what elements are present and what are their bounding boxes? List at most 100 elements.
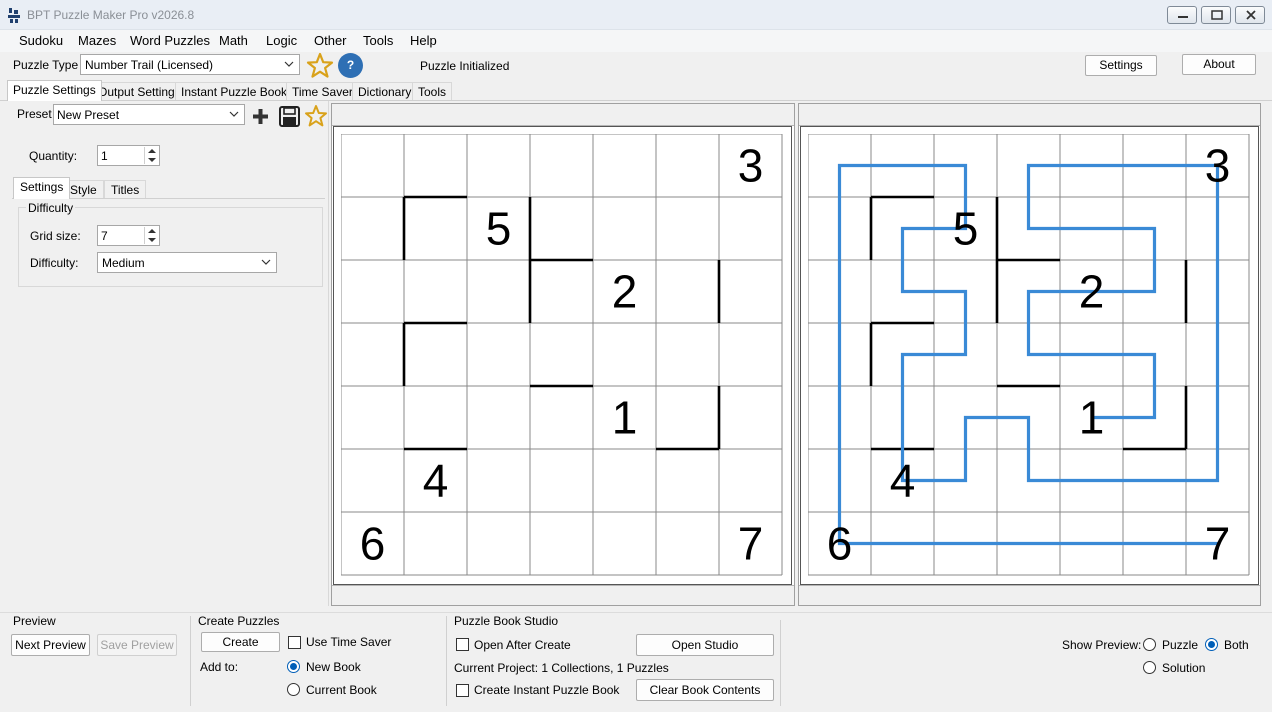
create-instant-book-label: Create Instant Puzzle Book <box>474 683 620 697</box>
puzzle-preview-pane[interactable]: 3 5 2 1 46 7 <box>331 103 795 606</box>
current-project-text: Current Project: 1 Collections, 1 Puzzle… <box>454 661 669 675</box>
puzzle-type-value: Number Trail (Licensed) <box>85 58 214 72</box>
chevron-down-icon <box>229 111 239 117</box>
spin-up-icon[interactable] <box>148 229 156 233</box>
clue-number: 7 <box>1205 518 1231 570</box>
current-book-label: Current Book <box>306 683 377 697</box>
separator <box>190 616 191 706</box>
puzzle-type-select[interactable]: Number Trail (Licensed) <box>80 54 300 75</box>
tab-dictionary[interactable]: Dictionary <box>352 82 418 100</box>
difficulty-label: Difficulty: <box>30 256 79 270</box>
preset-label: Preset <box>17 107 52 121</box>
next-preview-button[interactable]: Next Preview <box>11 634 90 656</box>
new-book-radio[interactable] <box>287 660 300 673</box>
clue-number: 5 <box>486 203 512 255</box>
clue-number: 2 <box>612 266 638 318</box>
clue-number: 6 <box>827 518 853 570</box>
clear-book-contents-button[interactable]: Clear Book Contents <box>636 679 774 701</box>
preset-select[interactable]: New Preset <box>53 104 245 125</box>
spin-up-icon[interactable] <box>148 149 156 153</box>
open-studio-button[interactable]: Open Studio <box>636 634 774 656</box>
quantity-label: Quantity: <box>29 149 78 163</box>
save-preview-button[interactable]: Save Preview <box>97 634 177 656</box>
spin-buttons[interactable] <box>144 147 158 164</box>
show-solution-label: Solution <box>1162 661 1206 675</box>
use-time-saver-checkbox[interactable] <box>288 636 301 649</box>
difficulty-group <box>18 207 323 287</box>
difficulty-group-title: Difficulty <box>26 201 76 215</box>
menu-help[interactable]: Help <box>410 33 437 48</box>
clue-number: 3 <box>738 140 764 192</box>
subtab-titles[interactable]: Titles <box>104 180 147 198</box>
quantity-stepper[interactable]: 1 <box>97 145 160 166</box>
show-puzzle-radio[interactable] <box>1143 638 1156 651</box>
clue-number: 1 <box>1079 392 1105 444</box>
preview-group-title: Preview <box>13 614 56 628</box>
show-both-radio[interactable] <box>1205 638 1218 651</box>
grid-size-stepper[interactable]: 7 <box>97 225 160 246</box>
use-time-saver-label: Use Time Saver <box>306 635 392 649</box>
separator <box>446 616 447 706</box>
clue-number: 2 <box>1079 266 1105 318</box>
maximize-icon <box>1211 10 1223 20</box>
puzzle-grid: 3 5 2 1 46 7 <box>341 134 783 576</box>
menu-tools[interactable]: Tools <box>363 33 393 48</box>
close-button[interactable] <box>1235 6 1265 24</box>
clue-number: 5 <box>953 203 979 255</box>
pane-top-strip <box>799 104 1260 126</box>
menu-other[interactable]: Other <box>314 33 347 48</box>
close-icon <box>1246 10 1256 20</box>
pane-bottom-strip <box>332 585 794 605</box>
subtab-settings[interactable]: Settings <box>13 177 71 199</box>
menu-logic[interactable]: Logic <box>266 33 297 48</box>
clue-number: 4 <box>423 455 449 507</box>
tab-instant-puzzle-books[interactable]: Instant Puzzle Books <box>175 82 300 100</box>
about-button[interactable]: About <box>1182 54 1256 75</box>
create-instant-book-checkbox[interactable] <box>456 684 469 697</box>
create-button[interactable]: Create <box>201 632 280 652</box>
menu-word-puzzles[interactable]: Word Puzzles <box>130 33 210 48</box>
star-icon[interactable] <box>306 52 334 79</box>
show-preview-label: Show Preview: <box>1062 638 1142 652</box>
spin-down-icon[interactable] <box>148 238 156 242</box>
spin-down-icon[interactable] <box>148 158 156 162</box>
menu-math[interactable]: Math <box>219 33 248 48</box>
preset-value: New Preset <box>57 108 120 122</box>
window-title: BPT Puzzle Maker Pro v2026.8 <box>27 8 195 22</box>
menu-mazes[interactable]: Mazes <box>78 33 116 48</box>
tab-output-settings[interactable]: Output Settings <box>92 82 187 100</box>
clue-number: 6 <box>360 518 386 570</box>
minimize-icon <box>1178 16 1188 18</box>
current-book-radio[interactable] <box>287 683 300 696</box>
settings-button[interactable]: Settings <box>1085 55 1157 76</box>
open-after-create-checkbox[interactable] <box>456 638 469 651</box>
clue-number: 3 <box>1205 140 1231 192</box>
solution-grid: 3 5 2 1 46 7 <box>808 134 1250 576</box>
maximize-button[interactable] <box>1201 6 1231 24</box>
open-after-create-label: Open After Create <box>474 638 571 652</box>
status-text: Puzzle Initialized <box>420 59 510 73</box>
separator <box>780 620 781 706</box>
tab-tools[interactable]: Tools <box>412 82 453 100</box>
favorite-preset-icon[interactable] <box>304 104 328 128</box>
new-book-label: New Book <box>306 660 361 674</box>
save-preset-icon[interactable] <box>279 106 300 127</box>
tab-time-saver[interactable]: Time Saver <box>286 82 359 100</box>
difficulty-select[interactable]: Medium <box>97 252 277 273</box>
quantity-value: 1 <box>101 149 108 163</box>
chevron-down-icon <box>284 61 294 67</box>
create-group-title: Create Puzzles <box>198 614 280 628</box>
minimize-button[interactable] <box>1167 6 1197 24</box>
show-solution-radio[interactable] <box>1143 661 1156 674</box>
help-icon[interactable]: ? <box>338 53 363 78</box>
clue-number: 1 <box>612 392 638 444</box>
studio-group-title: Puzzle Book Studio <box>454 614 559 628</box>
tab-puzzle-settings[interactable]: Puzzle Settings <box>7 80 102 101</box>
solution-preview-pane[interactable]: 3 5 2 1 46 7 <box>798 103 1261 606</box>
add-to-label: Add to: <box>200 660 239 674</box>
pane-top-strip <box>332 104 794 126</box>
spin-buttons[interactable] <box>144 227 158 244</box>
add-preset-icon[interactable] <box>252 108 269 125</box>
menu-sudoku[interactable]: Sudoku <box>19 33 63 48</box>
puzzle-grid-lines <box>341 134 783 576</box>
